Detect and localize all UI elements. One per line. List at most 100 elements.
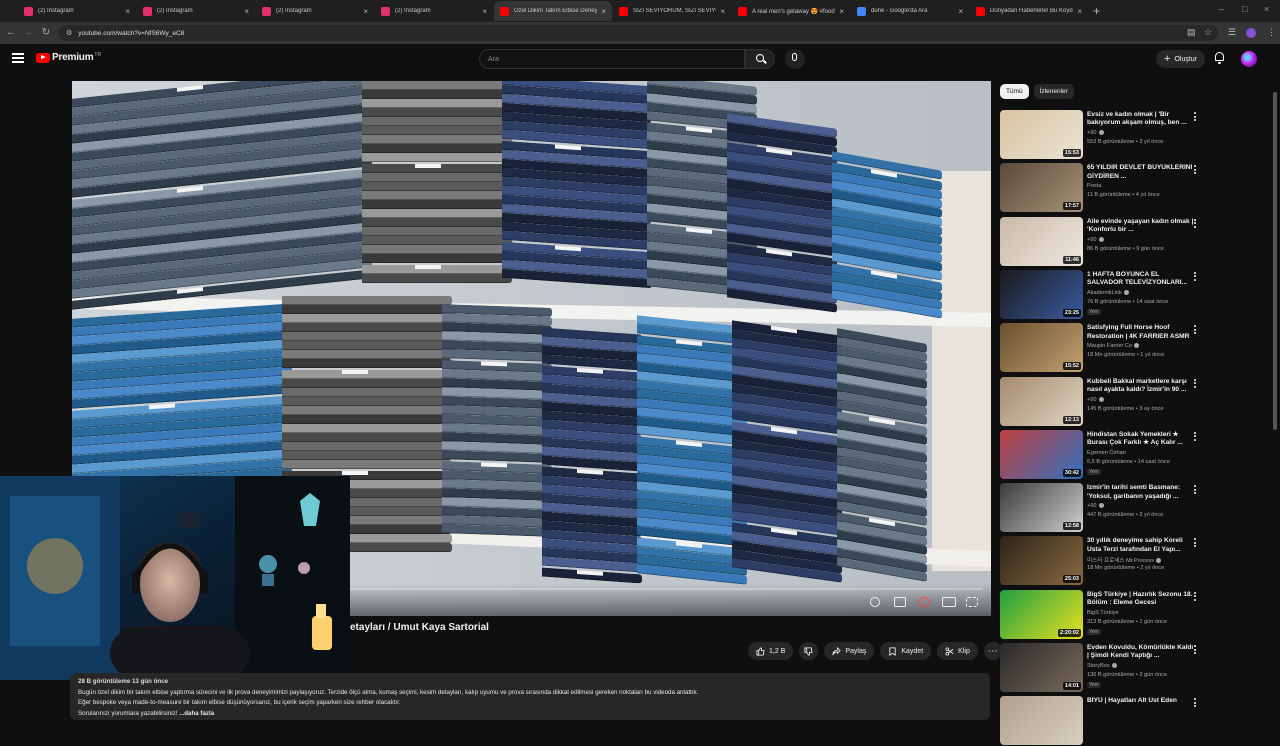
recommended-video[interactable]: 23:25 1 HAFTA BOYUNCA EL SALVADOR TELEVİZ… <box>1000 269 1205 320</box>
more-options-icon[interactable] <box>1194 485 1197 495</box>
more-options-icon[interactable] <box>1194 645 1197 655</box>
more-options-icon[interactable] <box>1194 112 1197 122</box>
fullscreen-icon[interactable] <box>966 597 978 607</box>
recommended-video[interactable]: 15:52 Satisfying Full Horse Hoof Restorat… <box>1000 323 1205 373</box>
recommended-video[interactable]: 30:42 Hindistan Sokak Yemekleri ★ Burası … <box>1000 429 1205 480</box>
back-icon[interactable]: ← <box>2 27 20 38</box>
dislike-button[interactable] <box>799 642 819 660</box>
more-options-icon[interactable] <box>1194 698 1197 708</box>
video-thumbnail[interactable]: 2:20:02 <box>1000 589 1083 639</box>
search-button[interactable] <box>745 49 775 69</box>
maximize-icon[interactable]: □ <box>1242 4 1247 14</box>
recommended-video-title[interactable]: Aile evinde yaşayan kadın olmak | 'Konfo… <box>1087 218 1195 235</box>
filter-chip[interactable]: Tümü <box>1000 84 1029 99</box>
create-button[interactable]: + Oluştur <box>1156 50 1205 68</box>
browser-tab[interactable]: (2) Instagram × <box>18 1 136 21</box>
clip-button[interactable]: Klip <box>937 642 978 660</box>
save-button[interactable]: Kaydet <box>880 642 932 660</box>
recommended-video[interactable]: 12:13 Kubbeli Bakkal marketlere karşı nas… <box>1000 376 1205 427</box>
tab-close-icon[interactable]: × <box>601 7 606 16</box>
channel-name[interactable]: Posta <box>1087 183 1101 189</box>
channel-name[interactable]: +90 <box>1087 503 1097 509</box>
browser-menu-icon[interactable]: ⋮ <box>1267 27 1276 38</box>
recommended-video[interactable]: 25:03 30 yıllık deneyime sahip Koreli Ust… <box>1000 536 1205 586</box>
recommended-video-title[interactable]: Satisfying Full Horse Hoof Restoration |… <box>1087 324 1195 341</box>
browser-tab[interactable]: SİZİ SEVİYORUM, SİZİ SEVİYOR × <box>613 1 731 21</box>
install-icon[interactable]: ▤ <box>1187 27 1196 38</box>
browser-tab[interactable]: (2) Instagram × <box>137 1 255 21</box>
channel-name[interactable]: 미스터 프로세스 Mr.Process <box>1087 558 1154 564</box>
video-thumbnail[interactable] <box>1000 696 1083 746</box>
video-thumbnail[interactable]: 17:57 <box>1000 163 1083 213</box>
recommended-video-title[interactable]: Hindistan Sokak Yemekleri ★ Burası Çok F… <box>1087 431 1195 448</box>
channel-name[interactable]: BigS Türkiye <box>1087 610 1119 616</box>
hamburger-menu-icon[interactable] <box>12 53 24 63</box>
video-thumbnail[interactable]: 11:46 <box>1000 216 1083 266</box>
video-thumbnail[interactable]: 30:42 <box>1000 429 1083 479</box>
recommended-video-title[interactable]: 1 HAFTA BOYUNCA EL SALVADOR TELEVİZYONLA… <box>1087 271 1195 288</box>
more-options-icon[interactable] <box>1194 271 1197 282</box>
recommended-video[interactable]: 12:58 İzmir'in tarihi semti Basmane: 'Yok… <box>1000 483 1205 533</box>
minimize-icon[interactable]: – <box>1219 4 1224 14</box>
recommended-video[interactable]: 14:01 Evden Kovuldu, Kömürlükte Kaldı | Ş… <box>1000 643 1205 693</box>
more-options-icon[interactable] <box>1194 218 1197 229</box>
recommended-video-title[interactable]: Evsiz ve kadın olmak | 'Bir bakıyorum ak… <box>1087 111 1195 128</box>
tab-close-icon[interactable]: × <box>244 7 249 16</box>
video-thumbnail[interactable]: 12:58 <box>1000 483 1083 533</box>
browser-tab[interactable]: Özel Dikim Takım Elbise Deneyi × <box>494 1 612 21</box>
filter-chip[interactable]: İzlenenler <box>1033 84 1074 99</box>
browser-tab[interactable]: Dünyadan Haberlerle! Bu Köyd × <box>970 1 1088 21</box>
tab-close-icon[interactable]: × <box>125 7 130 16</box>
recommended-video[interactable]: 17:57 65 YILDIR DEVLET BÜYÜKLERİNİ GİYDİR… <box>1000 163 1205 213</box>
miniplayer-icon[interactable] <box>870 597 880 607</box>
recommended-video[interactable]: 11:46 Aile evinde yaşayan kadın olmak | '… <box>1000 216 1205 267</box>
extensions-icon[interactable]: ☰ <box>1228 27 1236 38</box>
browser-tab[interactable]: A real men's getaway 😍 #food × <box>732 1 850 21</box>
tab-close-icon[interactable]: × <box>958 7 963 16</box>
bookmark-star-icon[interactable]: ☆ <box>1204 27 1212 38</box>
voice-search-button[interactable] <box>785 49 805 69</box>
channel-name[interactable]: Maupin Farrier Co <box>1087 343 1132 349</box>
more-options-icon[interactable] <box>1194 378 1197 389</box>
more-options-icon[interactable] <box>1194 165 1197 175</box>
new-tab-icon[interactable]: + <box>1093 4 1100 18</box>
subtitles-icon[interactable] <box>894 597 906 607</box>
reload-icon[interactable]: ↻ <box>37 27 55 38</box>
page-scrollbar[interactable] <box>1273 92 1277 430</box>
site-info-icon[interactable]: ⚙ <box>66 29 72 37</box>
address-bar[interactable]: ⚙ youtube.com/watch?v=NfS6Wy_eC8 <box>58 25 1218 41</box>
video-thumbnail[interactable]: 14:01 <box>1000 643 1083 692</box>
show-more-link[interactable]: ...daha fazla <box>179 710 214 717</box>
more-options-icon[interactable] <box>1194 538 1197 548</box>
youtube-premium-logo[interactable]: Premium TR <box>36 52 101 63</box>
notifications-bell-icon[interactable] <box>1214 52 1225 64</box>
recommended-video[interactable]: BİYÜ | Hayatları Alt Üst Eden <box>1000 696 1205 746</box>
account-avatar[interactable] <box>1241 51 1257 67</box>
recommended-video-title[interactable]: Kubbeli Bakkal marketlere karşı nasıl ay… <box>1087 378 1195 395</box>
tab-close-icon[interactable]: × <box>839 7 844 16</box>
channel-name[interactable]: +90 <box>1087 397 1097 403</box>
browser-tab[interactable]: (2) Instagram × <box>256 1 374 21</box>
video-thumbnail[interactable]: 15:52 <box>1000 323 1083 373</box>
recommended-video-title[interactable]: 30 yıllık deneyime sahip Koreli Usta Ter… <box>1087 537 1195 554</box>
theater-mode-icon[interactable] <box>942 597 956 607</box>
recommended-video[interactable]: 15:53 Evsiz ve kadın olmak | 'Bir bakıyor… <box>1000 110 1205 160</box>
forward-icon[interactable]: → <box>19 27 37 38</box>
channel-name[interactable]: Egemen Özhan <box>1087 450 1126 456</box>
profile-icon[interactable] <box>1246 28 1256 38</box>
more-options-icon[interactable] <box>1194 431 1197 442</box>
tab-close-icon[interactable]: × <box>363 7 368 16</box>
share-button[interactable]: Paylaş <box>824 642 875 660</box>
video-thumbnail[interactable]: 25:03 <box>1000 536 1083 586</box>
settings-gear-icon[interactable] <box>918 597 930 607</box>
channel-name[interactable]: AkademikLink <box>1087 290 1122 296</box>
browser-tab[interactable]: (2) Instagram × <box>375 1 493 21</box>
recommended-video-title[interactable]: BİYÜ | Hayatları Alt Üst Eden <box>1087 697 1195 705</box>
channel-name[interactable]: +90 <box>1087 130 1097 136</box>
recommended-video-title[interactable]: BigS Türkiye | Hazırlık Sezonu 18. Bölüm… <box>1087 591 1195 608</box>
browser-tab[interactable]: dune - Google'da Ara × <box>851 1 969 21</box>
tab-close-icon[interactable]: × <box>482 7 487 16</box>
tab-close-icon[interactable]: × <box>720 7 725 16</box>
search-input[interactable]: Ara <box>479 49 745 69</box>
video-thumbnail[interactable]: 23:25 <box>1000 269 1083 319</box>
